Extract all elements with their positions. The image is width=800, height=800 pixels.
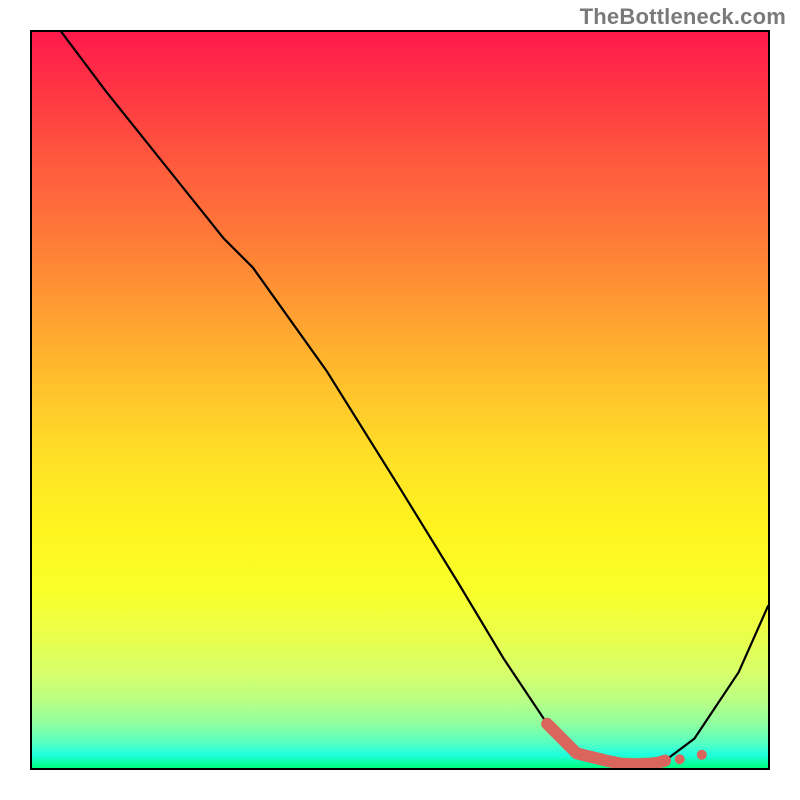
curve-layer — [32, 32, 768, 768]
highlight-dot — [697, 750, 707, 760]
highlight-dot — [675, 754, 685, 764]
highlight-curve — [547, 724, 665, 765]
chart-stage: TheBottleneck.com — [0, 0, 800, 800]
watermark-text: TheBottleneck.com — [580, 4, 786, 30]
main-curve — [61, 32, 768, 764]
plot-area — [30, 30, 770, 770]
